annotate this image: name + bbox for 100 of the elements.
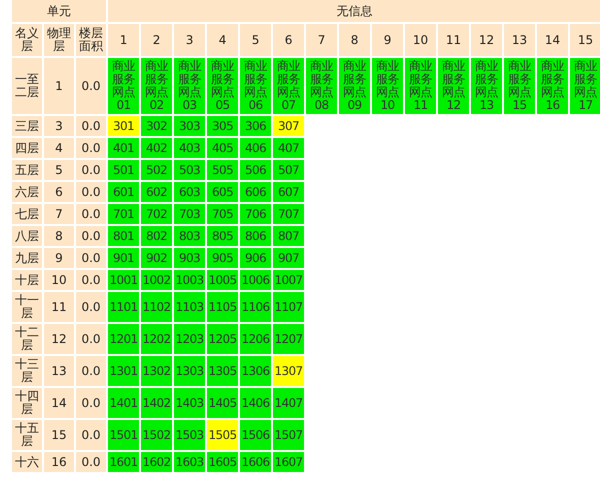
room-cell[interactable]: 801 xyxy=(108,226,140,246)
room-cell[interactable]: 901 xyxy=(108,248,140,268)
room-cell[interactable]: 商业服务网点11 xyxy=(405,58,436,114)
room-cell[interactable]: 1006 xyxy=(240,270,272,290)
room-cell[interactable]: 商业服务网点13 xyxy=(471,58,502,114)
room-cell[interactable]: 406 xyxy=(240,138,272,158)
room-cell[interactable]: 1003 xyxy=(174,270,206,290)
room-cell[interactable]: 803 xyxy=(174,226,206,246)
room-cell[interactable]: 906 xyxy=(240,248,272,268)
room-cell[interactable]: 商业服务网点15 xyxy=(504,58,536,114)
room-cell[interactable]: 1602 xyxy=(141,452,172,472)
room-cell[interactable]: 301 xyxy=(108,116,140,136)
room-cell[interactable]: 1603 xyxy=(174,452,206,472)
room-cell[interactable]: 1501 xyxy=(108,420,140,450)
room-cell[interactable]: 303 xyxy=(174,116,206,136)
room-cell[interactable]: 503 xyxy=(174,160,206,180)
room-cell[interactable]: 商业服务网点05 xyxy=(207,58,238,114)
room-cell[interactable]: 1205 xyxy=(207,324,238,354)
room-cell[interactable]: 1506 xyxy=(240,420,272,450)
room-cell[interactable]: 1401 xyxy=(108,388,140,418)
room-cell[interactable]: 1606 xyxy=(240,452,272,472)
room-cell[interactable]: 1502 xyxy=(141,420,172,450)
room-cell[interactable]: 商业服务网点08 xyxy=(306,58,338,114)
room-cell[interactable]: 1105 xyxy=(207,292,238,322)
room-cell[interactable]: 1207 xyxy=(273,324,304,354)
room-cell[interactable]: 1107 xyxy=(273,292,304,322)
room-cell[interactable]: 302 xyxy=(141,116,172,136)
room-cell[interactable]: 1206 xyxy=(240,324,272,354)
room-cell[interactable]: 607 xyxy=(273,182,304,202)
room-cell[interactable]: 806 xyxy=(240,226,272,246)
room-cell[interactable]: 602 xyxy=(141,182,172,202)
room-cell[interactable]: 707 xyxy=(273,204,304,224)
room-cell[interactable]: 903 xyxy=(174,248,206,268)
room-cell[interactable]: 501 xyxy=(108,160,140,180)
room-cell[interactable]: 802 xyxy=(141,226,172,246)
room-cell[interactable]: 702 xyxy=(141,204,172,224)
room-cell[interactable]: 1007 xyxy=(273,270,304,290)
room-cell[interactable]: 商业服务网点09 xyxy=(339,58,370,114)
room-cell[interactable]: 商业服务网点06 xyxy=(240,58,272,114)
room-cell[interactable]: 603 xyxy=(174,182,206,202)
room-cell[interactable]: 1106 xyxy=(240,292,272,322)
room-cell[interactable]: 502 xyxy=(141,160,172,180)
room-cell[interactable]: 1002 xyxy=(141,270,172,290)
room-cell[interactable]: 1405 xyxy=(207,388,238,418)
room-cell[interactable]: 1001 xyxy=(108,270,140,290)
room-cell[interactable]: 1303 xyxy=(174,356,206,386)
room-cell[interactable]: 902 xyxy=(141,248,172,268)
room-cell[interactable]: 1101 xyxy=(108,292,140,322)
room-cell[interactable]: 606 xyxy=(240,182,272,202)
room-cell[interactable]: 405 xyxy=(207,138,238,158)
room-cell[interactable]: 907 xyxy=(273,248,304,268)
room-cell[interactable]: 703 xyxy=(174,204,206,224)
room-cell[interactable]: 1601 xyxy=(108,452,140,472)
room-cell[interactable]: 1306 xyxy=(240,356,272,386)
room-cell[interactable]: 1103 xyxy=(174,292,206,322)
room-cell[interactable]: 401 xyxy=(108,138,140,158)
room-cell[interactable]: 1503 xyxy=(174,420,206,450)
room-cell[interactable]: 商业服务网点03 xyxy=(174,58,206,114)
room-cell[interactable]: 507 xyxy=(273,160,304,180)
room-cell[interactable]: 1505 xyxy=(207,420,238,450)
room-cell[interactable]: 1102 xyxy=(141,292,172,322)
room-cell[interactable]: 307 xyxy=(273,116,304,136)
table-cell: 11 xyxy=(44,292,74,322)
room-cell[interactable]: 905 xyxy=(207,248,238,268)
room-cell[interactable]: 701 xyxy=(108,204,140,224)
room-cell[interactable]: 1201 xyxy=(108,324,140,354)
room-cell[interactable]: 402 xyxy=(141,138,172,158)
room-cell[interactable]: 1605 xyxy=(207,452,238,472)
room-cell[interactable]: 403 xyxy=(174,138,206,158)
room-cell[interactable]: 1307 xyxy=(273,356,304,386)
room-cell[interactable]: 1507 xyxy=(273,420,304,450)
room-cell[interactable]: 1302 xyxy=(141,356,172,386)
room-cell[interactable]: 605 xyxy=(207,182,238,202)
room-cell[interactable]: 706 xyxy=(240,204,272,224)
room-cell[interactable]: 1005 xyxy=(207,270,238,290)
room-cell[interactable]: 1305 xyxy=(207,356,238,386)
room-cell[interactable]: 商业服务网点16 xyxy=(537,58,568,114)
room-cell[interactable]: 705 xyxy=(207,204,238,224)
room-cell[interactable]: 1407 xyxy=(273,388,304,418)
room-cell[interactable]: 807 xyxy=(273,226,304,246)
room-cell[interactable]: 商业服务网点07 xyxy=(273,58,304,114)
room-cell[interactable]: 商业服务网点10 xyxy=(372,58,404,114)
room-cell[interactable]: 805 xyxy=(207,226,238,246)
room-cell[interactable]: 1607 xyxy=(273,452,304,472)
room-cell[interactable]: 商业服务网点01 xyxy=(108,58,140,114)
room-cell[interactable]: 商业服务网点17 xyxy=(570,58,600,114)
room-cell[interactable]: 505 xyxy=(207,160,238,180)
room-cell[interactable]: 1301 xyxy=(108,356,140,386)
room-cell[interactable]: 407 xyxy=(273,138,304,158)
room-cell[interactable]: 601 xyxy=(108,182,140,202)
room-cell[interactable]: 306 xyxy=(240,116,272,136)
room-cell[interactable]: 1403 xyxy=(174,388,206,418)
room-cell[interactable]: 506 xyxy=(240,160,272,180)
room-cell[interactable]: 1402 xyxy=(141,388,172,418)
room-cell[interactable]: 商业服务网点12 xyxy=(438,58,470,114)
room-cell[interactable]: 1202 xyxy=(141,324,172,354)
room-cell[interactable]: 1406 xyxy=(240,388,272,418)
room-cell[interactable]: 305 xyxy=(207,116,238,136)
room-cell[interactable]: 1203 xyxy=(174,324,206,354)
room-cell[interactable]: 商业服务网点02 xyxy=(141,58,172,114)
